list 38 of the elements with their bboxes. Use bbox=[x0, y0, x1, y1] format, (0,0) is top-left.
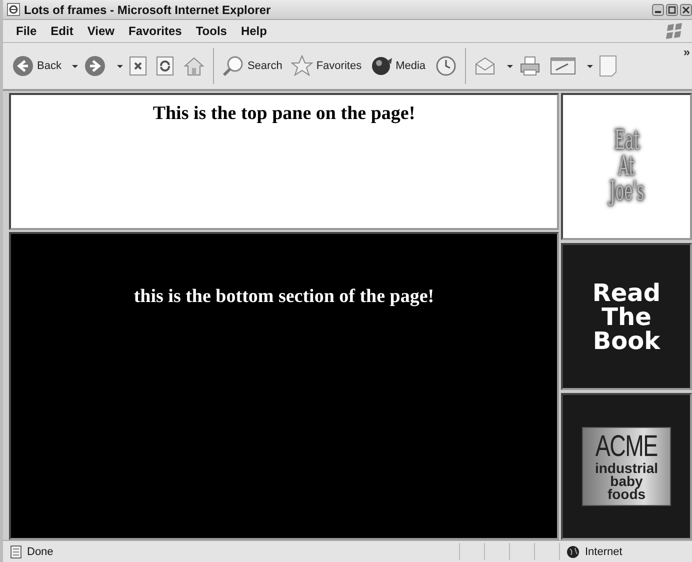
maximize-icon[interactable] bbox=[666, 4, 678, 16]
page-icon bbox=[598, 55, 617, 77]
close-icon[interactable] bbox=[680, 4, 692, 16]
edit-document-icon bbox=[550, 56, 576, 76]
menu-item[interactable]: Edit bbox=[44, 22, 80, 40]
minimize-icon[interactable] bbox=[652, 4, 664, 16]
dropdown-caret-icon[interactable] bbox=[586, 64, 593, 68]
house-icon bbox=[183, 56, 206, 76]
menu-item[interactable]: Help bbox=[234, 22, 274, 40]
window-title: Lots of frames - Microsoft Internet Explorer bbox=[24, 2, 272, 16]
menu-item[interactable]: Tools bbox=[188, 22, 234, 40]
page-icon bbox=[9, 544, 23, 558]
page-heading: this is the bottom section of the page! bbox=[134, 286, 434, 308]
printer-icon bbox=[518, 56, 541, 76]
security-zone-text: Internet bbox=[585, 546, 622, 558]
history-clock-icon bbox=[434, 55, 457, 77]
toolbar-overflow-chevron[interactable]: » bbox=[683, 45, 690, 59]
ie-logo-icon bbox=[7, 3, 20, 16]
menu-item[interactable]: File bbox=[9, 22, 44, 40]
media-globe-icon bbox=[370, 55, 393, 77]
dropdown-caret-icon[interactable] bbox=[506, 64, 513, 68]
dropdown-caret-icon[interactable] bbox=[117, 64, 124, 68]
envelope-icon bbox=[474, 56, 496, 76]
page-heading: This is the top pane on the page! bbox=[152, 103, 416, 125]
status-text: Done bbox=[27, 546, 54, 558]
menu-item[interactable]: View bbox=[80, 22, 122, 40]
menu-item[interactable]: Favorites bbox=[121, 22, 189, 40]
dropdown-caret-icon[interactable] bbox=[72, 64, 78, 68]
globe-icon bbox=[566, 544, 580, 558]
refresh-icon bbox=[156, 56, 174, 76]
media-button[interactable]: Media bbox=[368, 53, 429, 79]
search-button[interactable]: Search bbox=[219, 53, 286, 79]
search-icon bbox=[222, 55, 244, 77]
acme-banner[interactable]: ACME industrial baby foods bbox=[582, 426, 671, 506]
favorites-button[interactable]: Favorites bbox=[288, 53, 365, 79]
stop-icon bbox=[129, 56, 148, 76]
back-button[interactable]: Back bbox=[9, 53, 64, 79]
star-icon bbox=[291, 55, 314, 77]
